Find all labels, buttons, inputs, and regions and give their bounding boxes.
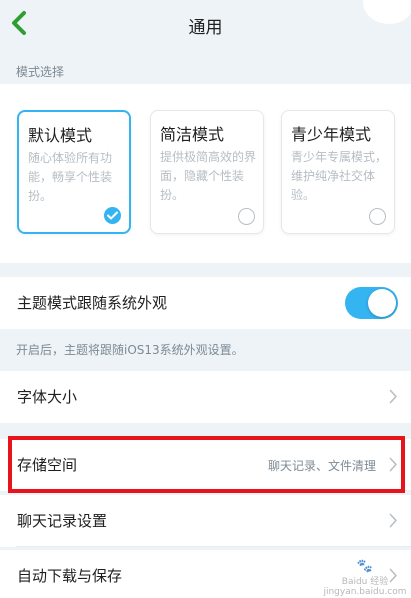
chevron-right-icon — [389, 513, 397, 528]
follow-system-hint: 开启后，主题将跟随iOS13系统外观设置。 — [16, 343, 244, 357]
section-label: 模式选择 — [16, 65, 65, 79]
baidu-watermark: 🐾 Baidu 经验 jingyan.baidu.com — [322, 559, 408, 598]
storage-value: 聊天记录、文件清理 — [267, 459, 376, 473]
divider — [16, 546, 411, 547]
nav-header: 通用 — [0, 0, 411, 46]
watermark-line2: jingyan.baidu.com — [323, 587, 407, 597]
paw-icon: 🐾 — [356, 559, 374, 574]
chat-history-label: 聊天记录设置 — [17, 512, 108, 530]
radio-unchecked[interactable] — [369, 208, 386, 225]
mode-description: 随心体验所有功能，畅享个性装扮。 — [28, 151, 113, 203]
radio-unchecked[interactable] — [238, 208, 255, 225]
toggle-knob — [368, 289, 396, 317]
mode-description: 提供极简高效的界面，隐藏个性装扮。 — [160, 150, 257, 202]
chat-history-row[interactable]: 聊天记录设置 — [0, 495, 411, 547]
check-icon — [107, 211, 118, 220]
follow-system-row: 主题模式跟随系统外观 — [0, 277, 411, 329]
radio-checked[interactable] — [104, 207, 121, 224]
mode-title: 青少年模式 — [291, 125, 372, 144]
mode-card-teen[interactable]: 青少年模式 青少年专属模式，维护纯净社交体验。 — [281, 110, 395, 234]
page-title: 通用 — [188, 18, 223, 38]
storage-label: 存储空间 — [17, 456, 78, 474]
font-size-row[interactable]: 字体大小 — [0, 371, 411, 423]
watermark-line1: Baidu 经验 — [341, 577, 389, 587]
font-size-label: 字体大小 — [17, 388, 78, 406]
chevron-right-icon — [389, 457, 397, 472]
mode-title: 简洁模式 — [160, 125, 225, 144]
follow-system-label: 主题模式跟随系统外观 — [17, 294, 168, 312]
auto-download-label: 自动下载与保存 — [17, 567, 123, 585]
chevron-right-icon — [389, 389, 397, 404]
mode-title: 默认模式 — [28, 126, 93, 145]
storage-row[interactable]: 存储空间 聊天记录、文件清理 — [0, 439, 411, 491]
mode-card-simple[interactable]: 简洁模式 提供极简高效的界面，隐藏个性装扮。 — [150, 110, 264, 234]
mode-description: 青少年专属模式，维护纯净社交体验。 — [291, 150, 388, 202]
mode-selector: 默认模式 随心体验所有功能，畅享个性装扮。 简洁模式 提供极简高效的界面，隐藏个… — [0, 84, 411, 263]
mode-card-default[interactable]: 默认模式 随心体验所有功能，畅享个性装扮。 — [17, 110, 131, 234]
follow-system-toggle[interactable] — [345, 287, 398, 319]
divider — [16, 490, 411, 491]
